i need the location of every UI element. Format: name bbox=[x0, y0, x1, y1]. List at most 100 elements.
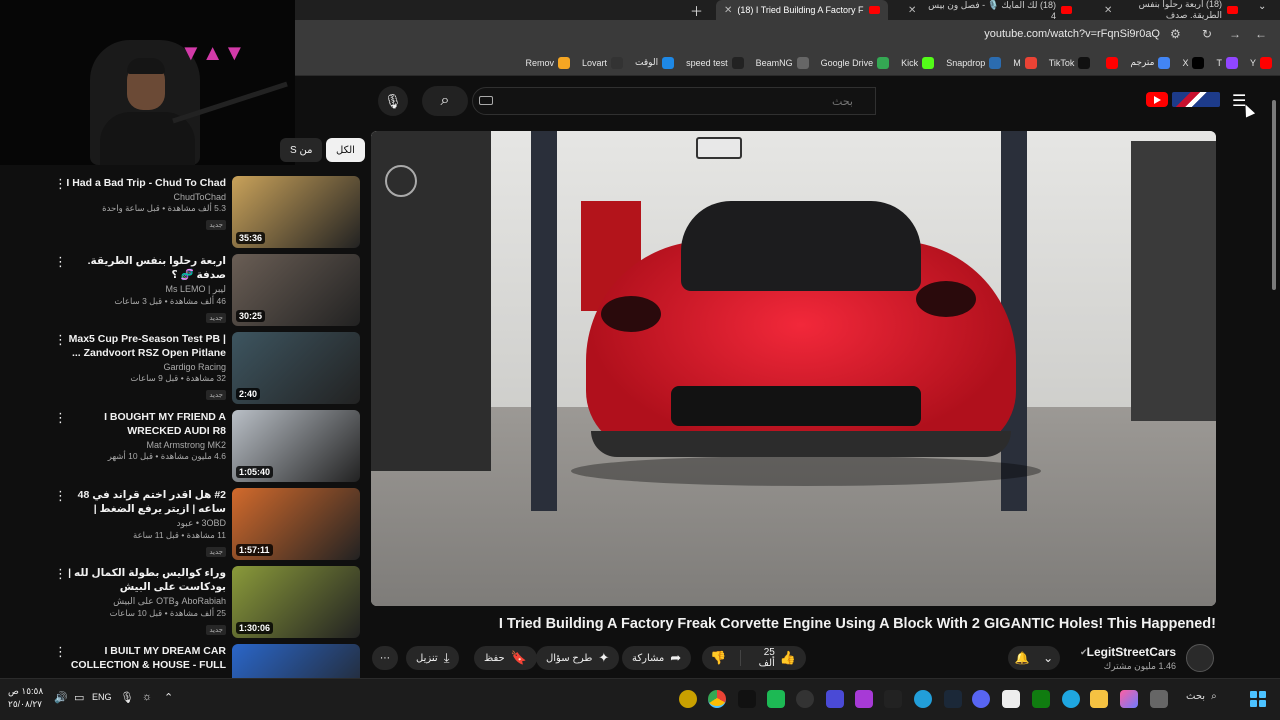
video-thumbnail[interactable]: 2:40 bbox=[232, 332, 360, 404]
bookmark-item[interactable]: Lovart bbox=[582, 56, 624, 69]
store-icon[interactable] bbox=[1002, 690, 1020, 708]
video-title[interactable]: I BOUGHT MY FRIEND A WRECKED AUDI R8 bbox=[66, 410, 226, 438]
bookmark-item[interactable]: Kick bbox=[901, 56, 935, 69]
dislike-button[interactable]: 👎 bbox=[702, 650, 734, 666]
keyboard-icon[interactable] bbox=[479, 96, 493, 105]
close-icon[interactable]: ✕ bbox=[1104, 5, 1112, 16]
steam-icon[interactable] bbox=[944, 690, 962, 708]
related-video-item[interactable]: 1:30:06 وراء كواليس بطولة الكمال لله | بو… bbox=[44, 564, 360, 642]
browser-tab-2[interactable]: (18) لك المايك 🎙️ - فصل ون بيس 4 ✕ bbox=[900, 0, 1080, 21]
volume-icon[interactable]: 🔊 bbox=[54, 691, 68, 704]
video-title[interactable]: I BUILT MY DREAM CAR COLLECTION & HOUSE … bbox=[66, 644, 226, 672]
search-box[interactable] bbox=[472, 87, 876, 115]
scrollbar-thumb[interactable] bbox=[1272, 100, 1276, 290]
xbox-icon[interactable] bbox=[1032, 690, 1050, 708]
video-player[interactable] bbox=[371, 131, 1216, 606]
related-video-item[interactable]: 1:57:11 #2 هل اقدر اختم قراند في 48 ساعه … bbox=[44, 486, 360, 564]
video-thumbnail[interactable]: 1:05:40 bbox=[232, 410, 360, 482]
bookmark-item[interactable]: الوقت bbox=[635, 56, 675, 69]
more-options-icon[interactable]: ⋮ bbox=[54, 488, 67, 504]
more-options-icon[interactable]: ⋮ bbox=[54, 254, 67, 270]
related-video-item[interactable]: 30:25 اربعة رحلوا بنفس الطريقة. صدفة 🧬 ؟ ل… bbox=[44, 252, 360, 330]
microphone-icon[interactable]: 🎙 bbox=[120, 691, 134, 704]
chip-from-channel[interactable]: من S bbox=[280, 138, 323, 162]
capcut-icon[interactable] bbox=[884, 690, 902, 708]
channel-name[interactable]: ChudToChad bbox=[66, 192, 226, 202]
taskbar-search[interactable]: ⌕ بحث bbox=[1186, 691, 1217, 702]
video-title[interactable]: #2 هل اقدر اختم قراند في 48 ساعه | ازيتر… bbox=[66, 488, 226, 516]
browser-tab-3[interactable]: (18) I Tried Building A Factory Freak ✕ bbox=[716, 0, 888, 20]
search-button[interactable]: ⌕ bbox=[422, 86, 468, 116]
bookmark-item[interactable]: speed test bbox=[686, 56, 744, 69]
input-language[interactable]: ENG bbox=[92, 692, 112, 702]
network-icon[interactable]: ▭ bbox=[74, 691, 84, 704]
bookmark-item[interactable]: T bbox=[1216, 56, 1238, 69]
app-icon[interactable] bbox=[826, 690, 844, 708]
bookmark-item[interactable]: مترجم bbox=[1130, 56, 1171, 69]
video-thumbnail[interactable]: 1:57:11 bbox=[232, 488, 360, 560]
save-button[interactable]: 🔖 حفظ bbox=[474, 646, 537, 670]
more-actions-button[interactable]: ⋯ bbox=[372, 646, 398, 670]
related-video-item[interactable]: 1:05:40 I BOUGHT MY FRIEND A WRECKED AUDI… bbox=[44, 408, 360, 486]
back-icon[interactable]: ← bbox=[1255, 27, 1267, 41]
channel-name[interactable]: AboRabiah وOTB على البيش bbox=[66, 596, 226, 607]
channel-name[interactable]: Gardigo Racing bbox=[66, 362, 226, 372]
search-input[interactable] bbox=[473, 88, 875, 114]
download-button[interactable]: ⤓ تنزيل bbox=[406, 646, 460, 670]
more-options-icon[interactable]: ⋮ bbox=[54, 644, 67, 660]
forward-icon[interactable]: → bbox=[1229, 27, 1241, 41]
video-title[interactable]: اربعة رحلوا بنفس الطريقة. صدفة 🧬 ؟ bbox=[66, 254, 226, 282]
chip-all[interactable]: الكل bbox=[326, 138, 365, 162]
bookmark-item[interactable]: Google Drive bbox=[821, 56, 890, 69]
edge-icon[interactable] bbox=[1062, 690, 1080, 708]
windows-start-icon[interactable] bbox=[1250, 691, 1266, 707]
brightness-icon[interactable]: ☼ bbox=[142, 691, 152, 703]
share-button[interactable]: ➦ مشاركة bbox=[622, 646, 692, 670]
youtube-logo-icon[interactable] bbox=[1146, 92, 1168, 107]
channel-name[interactable]: 3OBD • عبود bbox=[66, 518, 226, 529]
copilot-icon[interactable] bbox=[1120, 690, 1138, 708]
bookmark-item[interactable]: BeamNG bbox=[756, 56, 809, 69]
like-button[interactable]: 👍 25 ألف bbox=[747, 647, 806, 669]
bookmark-item[interactable]: TikTok bbox=[1049, 56, 1091, 69]
bookmark-item[interactable]: Y bbox=[1250, 56, 1272, 69]
bookmark-item[interactable] bbox=[1102, 56, 1119, 69]
bookmark-item[interactable]: M bbox=[1013, 56, 1037, 69]
new-tab-icon[interactable]: ＋ bbox=[690, 1, 703, 20]
epic-games-icon[interactable] bbox=[738, 690, 756, 708]
video-thumbnail[interactable]: 35:36 bbox=[232, 176, 360, 248]
related-video-item[interactable]: 2:40 Max5 Cup Pre-Season Test PB | Zandvo… bbox=[44, 330, 360, 408]
task-view-icon[interactable] bbox=[1150, 690, 1168, 708]
channel-name[interactable]: ليبر | Ms LEMO bbox=[66, 284, 227, 295]
app-icon[interactable] bbox=[855, 690, 873, 708]
browser-tab-1[interactable]: (18) أربعة رحلوا بنفس الطريقة. صدف ✕ bbox=[1096, 0, 1246, 20]
file-explorer-icon[interactable] bbox=[1090, 690, 1108, 708]
more-options-icon[interactable]: ⋮ bbox=[54, 566, 67, 582]
video-title[interactable]: Max5 Cup Pre-Season Test PB | Zandvoort … bbox=[66, 332, 226, 360]
site-settings-icon[interactable]: ⚙ bbox=[1170, 27, 1181, 41]
more-options-icon[interactable]: ⋮ bbox=[54, 176, 67, 192]
bookmark-item[interactable]: X bbox=[1182, 56, 1205, 69]
more-options-icon[interactable]: ⋮ bbox=[54, 410, 67, 426]
close-icon[interactable]: ✕ bbox=[724, 5, 732, 16]
subscribe-notification-button[interactable]: 🔔 ⌄ bbox=[1008, 646, 1060, 670]
channel-avatar[interactable] bbox=[1186, 644, 1214, 672]
telegram-icon[interactable] bbox=[914, 690, 932, 708]
video-thumbnail[interactable]: 30:25 bbox=[232, 254, 360, 326]
bookmark-item[interactable]: Snapdrop bbox=[946, 56, 1002, 69]
bookmark-item[interactable]: Remov bbox=[526, 56, 571, 69]
chrome-icon[interactable] bbox=[708, 690, 726, 708]
related-video-item[interactable]: 35:36 I Had a Bad Trip - Chud To Chad Chud… bbox=[44, 174, 360, 252]
taskbar-clock[interactable]: ١٥:٥٨ ص ٢٥/٠٨/٢٧ bbox=[8, 685, 43, 711]
obs-icon[interactable] bbox=[796, 690, 814, 708]
chevron-up-icon[interactable]: ⌃ bbox=[164, 691, 173, 704]
channel-name[interactable]: LegitStreetCars bbox=[1087, 645, 1176, 659]
video-thumbnail[interactable]: 1:30:06 bbox=[232, 566, 360, 638]
video-title[interactable]: وراء كواليس بطولة الكمال لله | بودكاست ع… bbox=[66, 566, 226, 594]
more-options-icon[interactable]: ⋮ bbox=[54, 332, 67, 348]
video-title[interactable]: I Had a Bad Trip - Chud To Chad bbox=[66, 176, 226, 190]
app-icon[interactable] bbox=[767, 690, 785, 708]
app-icon[interactable] bbox=[679, 690, 697, 708]
channel-name[interactable]: Mat Armstrong MK2 bbox=[66, 440, 226, 450]
voice-search-button[interactable]: 🎙 bbox=[378, 86, 408, 116]
